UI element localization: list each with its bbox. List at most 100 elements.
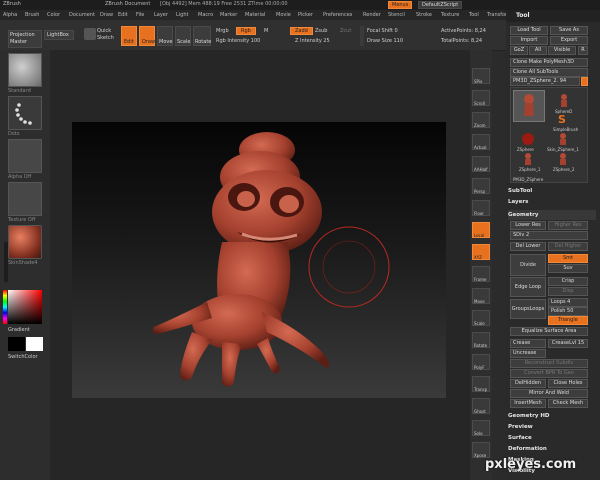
zsub-toggle[interactable]: Zsub	[315, 28, 327, 35]
color-picker[interactable]	[8, 290, 42, 324]
rotate-button[interactable]: Rotate	[193, 26, 211, 46]
menu-item-document[interactable]: Document	[69, 12, 95, 19]
m-toggle[interactable]: M	[264, 28, 268, 35]
mirror-and-weld-button[interactable]: Mirror And Weld	[510, 389, 588, 398]
switchcolor-label[interactable]: SwitchColor	[8, 354, 38, 361]
crease-button[interactable]: Crease	[510, 339, 546, 348]
convert-bpr-button[interactable]: Convert BPR To Geo	[510, 369, 588, 378]
loops-slider[interactable]: Loops 4	[548, 298, 588, 307]
z-intensity-slider[interactable]: Z Intensity 25	[295, 38, 330, 45]
shelf-button-frame[interactable]: Frame	[472, 266, 490, 282]
smt-toggle[interactable]: Smt	[548, 254, 588, 263]
menu-item-preferences[interactable]: Preferences	[323, 12, 352, 19]
secondary-color-swatch[interactable]	[26, 337, 43, 351]
delhidden-button[interactable]: DelHidden	[510, 379, 546, 388]
menu-item-edit[interactable]: Edit	[118, 12, 128, 19]
shelf-button-xyz[interactable]: XYZ	[472, 244, 490, 260]
disp-toggle[interactable]: Disp	[548, 287, 588, 296]
edge-loop-button[interactable]: Edge Loop	[510, 277, 546, 297]
menu-item-light[interactable]: Light	[176, 12, 188, 19]
check-mesh-button[interactable]: Check Mesh	[548, 399, 588, 408]
import-button[interactable]: Import	[510, 36, 548, 45]
polish-slider[interactable]: Polish 50	[548, 307, 588, 316]
texture-thumbnail[interactable]	[8, 182, 42, 216]
document-viewport[interactable]	[72, 122, 446, 398]
quick-sketch-icon[interactable]	[84, 28, 96, 40]
shelf-button-rotate[interactable]: Rotate	[472, 332, 490, 348]
shelf-button-transp[interactable]: Transp	[472, 376, 490, 392]
del-higher-button[interactable]: Del Higher	[548, 242, 588, 251]
all-button[interactable]: All	[529, 46, 547, 55]
edit-button[interactable]: Edit	[121, 26, 137, 46]
reconstruct-subdiv-button[interactable]: Reconstruct Subdiv	[510, 359, 588, 368]
menu-item-tool[interactable]: Tool	[469, 12, 479, 19]
clone-make-polymesh-button[interactable]: Clone Make PolyMesh3D	[510, 58, 588, 67]
insertmesh-button[interactable]: InsertMesh	[510, 399, 546, 408]
draw-button[interactable]: Draw	[139, 26, 155, 46]
lightbox-button[interactable]: LightBox	[44, 30, 74, 40]
shelf-button-ghost[interactable]: Ghost	[472, 398, 490, 414]
geometry-section[interactable]: Geometry	[508, 210, 596, 220]
draw-size-slider[interactable]: Draw Size 110	[367, 38, 403, 45]
suv-toggle[interactable]: Suv	[548, 264, 588, 273]
mrgb-toggle[interactable]: Mrgb	[216, 28, 229, 35]
geometry-hd-section[interactable]: Geometry HD	[508, 411, 596, 421]
menu-item-draw[interactable]: Draw	[100, 12, 113, 19]
uncrease-button[interactable]: Uncrease	[510, 349, 546, 358]
tool-r-button[interactable]	[581, 77, 588, 86]
crisp-toggle[interactable]: Crisp	[548, 277, 588, 286]
save-as-button[interactable]: Save As	[550, 26, 588, 35]
zadd-toggle[interactable]: Zadd	[290, 27, 313, 35]
surface-section[interactable]: Surface	[508, 433, 596, 443]
triangle-toggle[interactable]: Triangle	[548, 316, 588, 325]
menu-item-texture[interactable]: Texture	[441, 12, 459, 19]
menu-item-render[interactable]: Render	[363, 12, 381, 19]
menu-item-stencil[interactable]: Stencil	[388, 12, 405, 19]
menu-item-movie[interactable]: Movie	[276, 12, 291, 19]
alpha-thumbnail[interactable]	[8, 139, 42, 173]
menu-item-layer[interactable]: Layer	[154, 12, 168, 19]
visible-button[interactable]: Visible	[548, 46, 576, 55]
shelf-button-floor[interactable]: Floor	[472, 200, 490, 216]
del-lower-button[interactable]: Del Lower	[510, 242, 546, 251]
menu-item-color[interactable]: Color	[47, 12, 60, 19]
tool-name-6[interactable]: PM3D_ZSphere	[513, 176, 543, 183]
creaselvl-slider[interactable]: CreaseLvl 15	[548, 339, 588, 348]
current-tool-thumbnail[interactable]	[513, 90, 545, 122]
sdiv-slider[interactable]: SDiv 2	[510, 231, 588, 240]
tool-name-5[interactable]: ZSphere_2	[553, 166, 574, 173]
menu-item-alpha[interactable]: Alpha	[3, 12, 17, 19]
projection-master-button[interactable]: Projection Master	[8, 30, 42, 48]
menu-item-material[interactable]: Material	[245, 12, 265, 19]
shelf-button-scroll[interactable]: Scroll	[472, 90, 490, 106]
shelf-button-spix[interactable]: SPix	[472, 68, 490, 84]
material-thumbnail[interactable]	[8, 225, 42, 259]
equalize-surface-area-button[interactable]: Equalize Surface Area	[510, 327, 588, 336]
groupsloops-button[interactable]: GroupsLoops	[510, 299, 546, 319]
deformation-section[interactable]: Deformation	[508, 444, 596, 454]
r-button[interactable]: R	[578, 46, 588, 55]
load-tool-button[interactable]: Load Tool	[510, 26, 548, 35]
menu-item-macro[interactable]: Macro	[198, 12, 213, 19]
menu-item-stroke[interactable]: Stroke	[416, 12, 432, 19]
shelf-button-aahalf[interactable]: AAHalf	[472, 156, 490, 172]
menu-item-brush[interactable]: Brush	[25, 12, 39, 19]
rgb-intensity-slider[interactable]: Rgb Intensity 100	[216, 38, 260, 45]
lower-res-button[interactable]: Lower Res	[510, 221, 546, 230]
brush-thumbnail[interactable]	[8, 53, 42, 87]
preview-section[interactable]: Preview	[508, 422, 596, 432]
shelf-button-actual[interactable]: Actual	[472, 134, 490, 150]
shelf-button-solo[interactable]: Solo	[472, 420, 490, 436]
menu-item-marker[interactable]: Marker	[220, 12, 237, 19]
scale-button[interactable]: Scale	[175, 26, 191, 46]
clone-all-subtools-button[interactable]: Clone All SubTools	[510, 68, 588, 77]
current-tool-slider[interactable]: PM3D_ZSphere_2. 94	[510, 77, 580, 86]
export-button[interactable]: Export	[550, 36, 588, 45]
close-holes-button[interactable]: Close Holes	[548, 379, 588, 388]
zcut-toggle[interactable]: Zcut	[340, 28, 351, 35]
tool-name-4[interactable]: ZSphere_1	[519, 166, 540, 173]
shelf-button-local[interactable]: Local	[472, 222, 490, 238]
primary-color-swatch[interactable]	[8, 337, 25, 351]
hue-strip[interactable]	[3, 290, 7, 324]
shelf-button-xpose[interactable]: Xpose	[472, 442, 490, 458]
